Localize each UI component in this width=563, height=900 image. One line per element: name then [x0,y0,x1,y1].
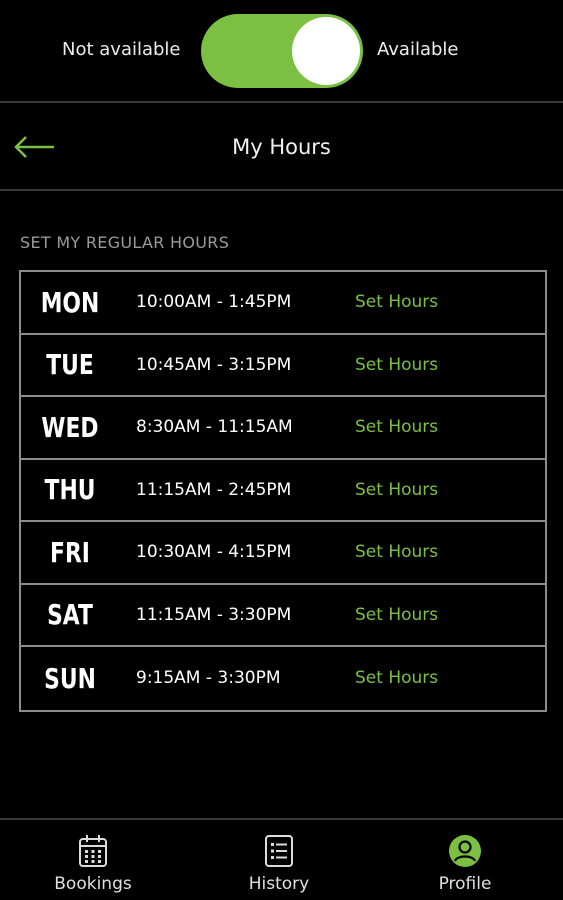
hours-row-tue: TUE 10:45AM - 3:15PM Set Hours [21,335,545,397]
set-hours-button[interactable]: Set Hours [355,585,438,646]
time-range: 11:15AM - 2:45PM [136,479,292,500]
time-range: 10:00AM - 1:45PM [136,292,292,313]
time-range: 10:45AM - 3:15PM [136,354,292,375]
nav-label: History [248,874,310,894]
hours-row-sat: SAT 11:15AM - 3:30PM Set Hours [21,585,545,647]
hours-row-mon: MON 10:00AM - 1:45PM Set Hours [21,272,545,335]
set-hours-button[interactable]: Set Hours [355,335,438,396]
hours-row-thu: THU 11:15AM - 2:45PM Set Hours [21,460,545,522]
nav-label: Profile [438,874,492,894]
set-hours-button[interactable]: Set Hours [355,397,438,458]
not-available-label: Not available [62,39,181,60]
hours-row-wed: WED 8:30AM - 11:15AM Set Hours [21,397,545,460]
list-icon [265,835,293,867]
hours-row-sun: SUN 9:15AM - 3:30PM Set Hours [21,647,545,710]
toggle-knob [292,17,360,85]
day-label: TUE [46,348,94,382]
profile-icon [449,835,481,867]
time-range: 9:15AM - 3:30PM [136,668,281,689]
set-hours-button[interactable]: Set Hours [355,647,438,710]
page-title: My Hours [232,135,331,159]
nav-profile[interactable]: Profile [395,820,535,900]
nav-history[interactable]: History [209,820,349,900]
set-hours-button[interactable]: Set Hours [355,522,438,583]
availability-bar: Not available Available [0,0,563,103]
day-label: THU [44,473,96,507]
set-hours-button[interactable]: Set Hours [355,272,438,333]
nav-label: Bookings [54,874,132,894]
available-label: Available [377,39,459,60]
day-label: WED [41,410,99,444]
nav-bookings[interactable]: Bookings [23,820,163,900]
day-label: FRI [50,535,90,569]
day-label: SUN [44,661,96,695]
hours-table: MON 10:00AM - 1:45PM Set Hours TUE 10:45… [19,270,547,712]
hours-row-fri: FRI 10:30AM - 4:15PM Set Hours [21,522,545,585]
set-hours-button[interactable]: Set Hours [355,460,438,521]
bottom-nav: Bookings History Profile [0,818,563,900]
day-label: MON [40,285,100,319]
calendar-icon [79,835,107,867]
day-label: SAT [47,598,93,632]
app-screen: Not available Available My Hours SET MY … [0,0,563,900]
page-header: My Hours [0,105,563,191]
section-heading: SET MY REGULAR HOURS [20,233,230,252]
time-range: 8:30AM - 11:15AM [136,417,293,438]
time-range: 10:30AM - 4:15PM [136,542,292,563]
availability-toggle[interactable] [201,14,363,88]
time-range: 11:15AM - 3:30PM [136,604,292,625]
